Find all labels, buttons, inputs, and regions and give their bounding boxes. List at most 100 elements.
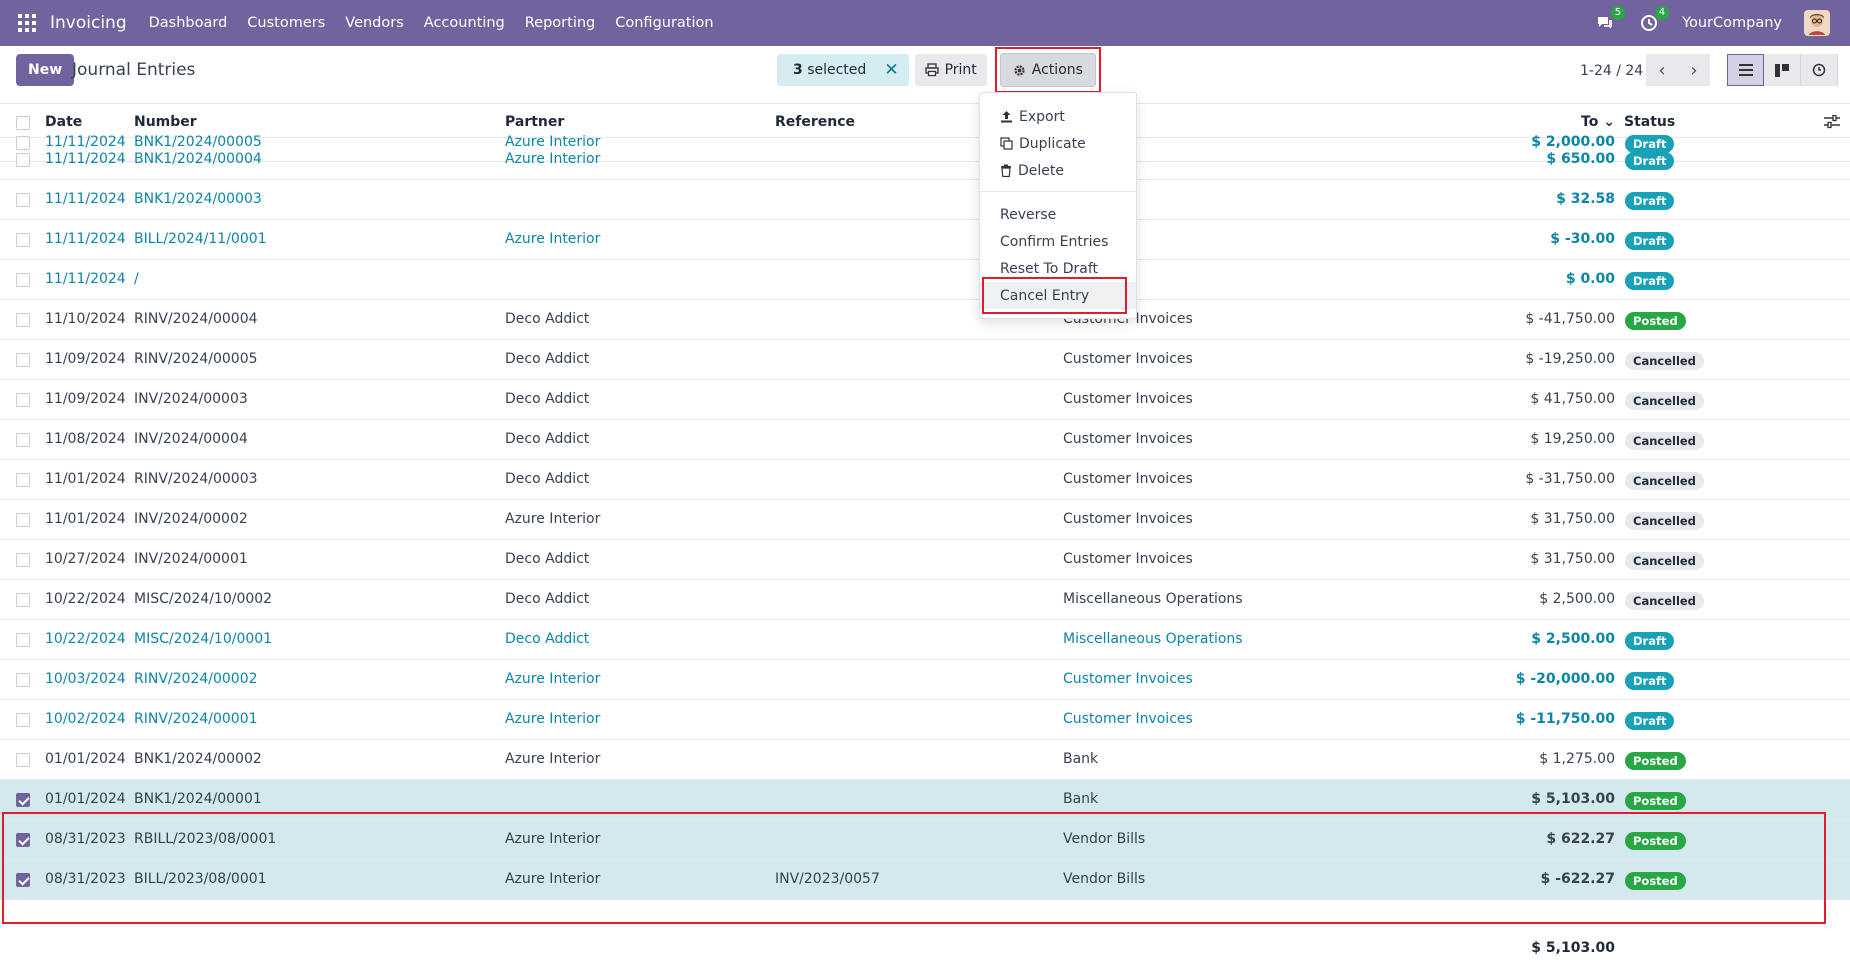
action-duplicate[interactable]: Duplicate <box>980 130 1136 157</box>
avatar-icon <box>1805 11 1829 35</box>
actions-button[interactable]: Actions <box>999 53 1096 87</box>
cell-date: 11/01/2024 <box>45 471 126 487</box>
cell-partner: Deco Addict <box>505 351 590 367</box>
activity-button[interactable]: 4 <box>1638 6 1670 34</box>
row-checkbox[interactable] <box>16 633 30 647</box>
cell-journal: Customer Invoices <box>1063 431 1193 447</box>
table-row[interactable]: 11/09/2024 RINV/2024/00005 Deco Addict Cust… <box>0 340 1850 380</box>
cell-number: INV/2024/00002 <box>134 511 248 527</box>
cell-amount: $ 5,103.00 <box>1531 791 1615 807</box>
menu-reporting[interactable]: Reporting <box>525 15 596 31</box>
action-confirm-entries[interactable]: Confirm Entries <box>980 228 1136 255</box>
row-checkbox[interactable] <box>16 833 30 847</box>
list-view-button[interactable] <box>1727 54 1764 86</box>
menu-accounting[interactable]: Accounting <box>424 15 505 31</box>
cell-amount: $ -19,250.00 <box>1525 351 1615 367</box>
row-checkbox[interactable] <box>16 153 30 167</box>
cell-date: 01/01/2024 <box>45 751 126 767</box>
cell-amount: $ 32.58 <box>1556 191 1615 207</box>
table-row[interactable]: 11/08/2024 INV/2024/00004 Deco Addict Custo… <box>0 420 1850 460</box>
cell-number: RINV/2024/00005 <box>134 351 258 367</box>
menu-configuration[interactable]: Configuration <box>615 15 713 31</box>
cell-date: 08/31/2023 <box>45 831 126 847</box>
cell-number: BILL/2024/11/0001 <box>134 231 267 247</box>
row-checkbox[interactable] <box>16 233 30 247</box>
row-checkbox[interactable] <box>16 793 30 807</box>
col-total[interactable]: To ⌄ <box>1581 114 1615 130</box>
table-row[interactable]: 11/10/2024 RINV/2024/00004 Deco Addict Cust… <box>0 300 1850 340</box>
cell-date: 11/10/2024 <box>45 311 126 327</box>
kanban-view-button[interactable] <box>1764 54 1801 86</box>
row-checkbox[interactable] <box>16 593 30 607</box>
cell-reference: INV/2023/0057 <box>775 871 880 887</box>
cell-number: RBILL/2023/08/0001 <box>134 831 277 847</box>
col-reference[interactable]: Reference <box>775 114 855 130</box>
chat-count-badge: 5 <box>1610 6 1626 20</box>
cell-number: RINV/2024/00003 <box>134 471 258 487</box>
table-row[interactable]: 08/31/2023 BILL/2023/08/0001 Azure Interio… <box>0 860 1850 900</box>
company-switcher[interactable]: YourCompany <box>1682 15 1782 31</box>
action-reset-to-draft[interactable]: Reset To Draft <box>980 255 1136 282</box>
chat-button[interactable]: 5 <box>1594 6 1626 34</box>
pager-value[interactable]: 1-24 / 24 <box>1580 63 1643 79</box>
cell-partner: Deco Addict <box>505 551 590 567</box>
row-checkbox[interactable] <box>16 313 30 327</box>
cell-journal: Customer Invoices <box>1063 351 1193 367</box>
menu-customers[interactable]: Customers <box>247 15 325 31</box>
row-checkbox[interactable] <box>16 753 30 767</box>
new-button[interactable]: New <box>16 54 75 86</box>
table-row[interactable]: 01/01/2024 BNK1/2024/00001 Bank $ 5,103.00 P… <box>0 780 1850 820</box>
row-checkbox[interactable] <box>16 193 30 207</box>
dropdown-divider <box>980 191 1136 192</box>
action-cancel-entry[interactable]: Cancel Entry <box>980 282 1136 309</box>
app-grid-icon[interactable] <box>18 14 36 32</box>
menu-vendors[interactable]: Vendors <box>345 15 404 31</box>
col-partner[interactable]: Partner <box>505 114 564 130</box>
table-row[interactable]: 11/11/2024 BNK1/2024/00003 $ 32.58 Draft <box>0 180 1850 220</box>
pager-next-button[interactable]: › <box>1678 54 1710 86</box>
col-number[interactable]: Number <box>134 114 197 130</box>
table-row[interactable]: 10/03/2024 RINV/2024/00002 Azure Interior C… <box>0 660 1850 700</box>
action-reverse[interactable]: Reverse <box>980 201 1136 228</box>
print-button[interactable]: Print <box>914 54 987 86</box>
row-checkbox[interactable] <box>16 273 30 287</box>
col-date[interactable]: Date <box>45 114 82 130</box>
app-brand[interactable]: Invoicing <box>50 13 127 33</box>
row-checkbox[interactable] <box>16 553 30 567</box>
table-row[interactable]: 10/02/2024 RINV/2024/00001 Azure Interior C… <box>0 700 1850 740</box>
row-checkbox[interactable] <box>16 473 30 487</box>
cell-date: 10/22/2024 <box>45 631 126 647</box>
table-row[interactable]: 01/01/2024 BNK1/2024/00002 Azure Interior B… <box>0 740 1850 780</box>
col-status[interactable]: Status <box>1624 114 1675 130</box>
pager-previous-button[interactable]: ‹ <box>1646 54 1678 86</box>
table-row[interactable]: 11/01/2024 RINV/2024/00003 Deco Addict Cust… <box>0 460 1850 500</box>
table-row[interactable]: 11/01/2024 INV/2024/00002 Azure Interior Cu… <box>0 500 1850 540</box>
activity-view-button[interactable] <box>1801 54 1838 86</box>
clear-selection-icon[interactable]: ✕ <box>884 60 898 80</box>
table-row[interactable]: 10/22/2024 MISC/2024/10/0001 Deco Addict Mi… <box>0 620 1850 660</box>
row-checkbox[interactable] <box>16 713 30 727</box>
row-checkbox[interactable] <box>16 433 30 447</box>
table-row[interactable]: 11/11/2024 / $ 0.00 Draft <box>0 260 1850 300</box>
row-checkbox[interactable] <box>16 393 30 407</box>
user-avatar[interactable] <box>1804 10 1830 36</box>
row-checkbox[interactable] <box>16 513 30 527</box>
row-checkbox[interactable] <box>16 873 30 887</box>
table-row[interactable]: 08/31/2023 RBILL/2023/08/0001 Azure Interi… <box>0 820 1850 860</box>
action-delete[interactable]: Delete <box>980 157 1136 184</box>
table-row[interactable]: 11/09/2024 INV/2024/00003 Deco Addict Custo… <box>0 380 1850 420</box>
cell-amount: $ 0.00 <box>1565 271 1615 287</box>
action-export[interactable]: Export <box>980 103 1136 130</box>
actions-highlight: Actions <box>994 47 1101 93</box>
row-checkbox[interactable] <box>16 673 30 687</box>
cell-amount: $ 1,275.00 <box>1539 751 1615 767</box>
select-all-checkbox[interactable] <box>16 116 30 130</box>
status-badge: Draft <box>1625 672 1675 690</box>
table-row[interactable]: 11/11/2024 BNK1/2024/00004 Azure Interior $… <box>0 140 1850 180</box>
table-row[interactable]: 10/27/2024 INV/2024/00001 Deco Addict Custo… <box>0 540 1850 580</box>
menu-dashboard[interactable]: Dashboard <box>149 15 228 31</box>
table-row[interactable]: 11/11/2024 BILL/2024/11/0001 Azure Interio… <box>0 220 1850 260</box>
row-checkbox[interactable] <box>16 353 30 367</box>
status-badge: Cancelled <box>1625 392 1704 410</box>
table-row[interactable]: 10/22/2024 MISC/2024/10/0002 Deco Addict Mi… <box>0 580 1850 620</box>
